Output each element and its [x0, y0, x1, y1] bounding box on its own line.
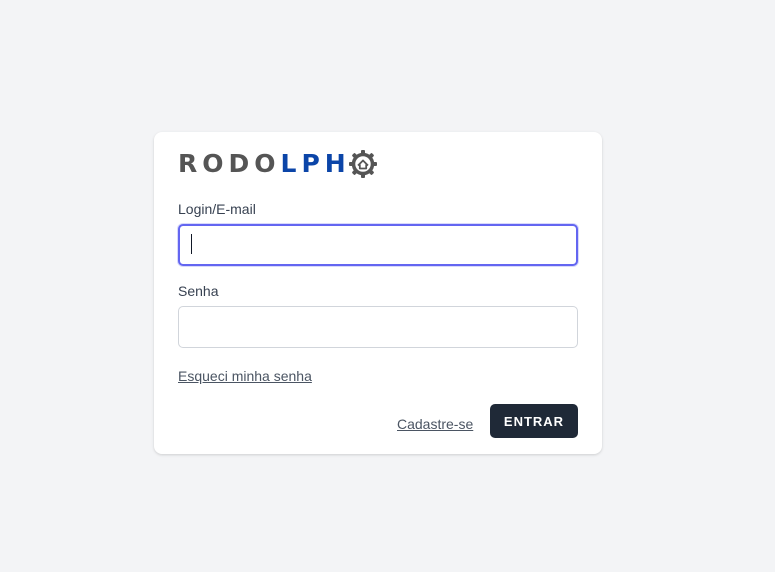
logo-text-primary: RODO [178, 149, 281, 178]
login-label: Login/E-mail [178, 201, 256, 217]
logo-text-accent: LPH [280, 149, 351, 178]
logo: RODO LPH [178, 149, 378, 179]
password-label: Senha [178, 283, 219, 299]
login-input[interactable] [178, 224, 578, 266]
gear-house-icon [348, 150, 377, 178]
forgot-password-link[interactable]: Esqueci minha senha [178, 368, 312, 384]
register-link[interactable]: Cadastre-se [397, 416, 473, 432]
login-card: RODO LPH Login/E-mail Senha Esqueci minh… [154, 132, 602, 454]
text-caret [191, 234, 192, 254]
login-button[interactable]: ENTRAR [490, 404, 578, 438]
password-input[interactable] [178, 306, 578, 348]
